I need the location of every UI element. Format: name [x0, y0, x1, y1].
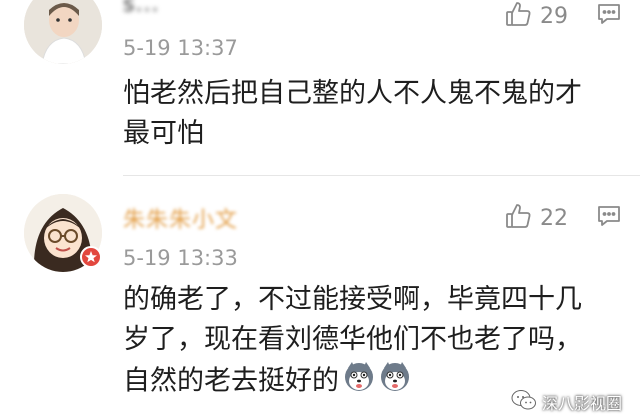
comment-text: 的确老了，不过能接受啊，毕竟四十几岁了，现在看刘德华他们不也老了吗，自然的老去挺…: [123, 280, 603, 404]
watermark: 深八影视圈: [511, 389, 622, 415]
like-button[interactable]: 29: [504, 0, 574, 32]
username[interactable]: s...: [123, 0, 159, 17]
reply-button[interactable]: [596, 1, 622, 31]
avatar[interactable]: [24, 0, 102, 64]
thumbs-up-icon: [504, 202, 532, 234]
comment-item: s... 5-19 13:37 怕老然后把自己整的人不人鬼不鬼的才最可怕 29: [0, 0, 640, 175]
like-count: 22: [540, 205, 568, 231]
watermark-text: 深八影视圈: [541, 394, 622, 413]
comment-actions: 22: [504, 202, 622, 234]
comment-text: 怕老然后把自己整的人不人鬼不鬼的才最可怕: [123, 78, 582, 149]
comment-item: 朱朱朱小文 5-19 13:33 的确老了，不过能接受啊，毕竟四十几岁了，现在看…: [0, 176, 640, 419]
comment-actions: 29: [504, 0, 622, 32]
comment-icon: [596, 206, 622, 233]
comment-icon: [596, 4, 622, 31]
husky-emoji-icon: [343, 360, 375, 404]
thumbs-up-icon: [504, 0, 532, 32]
husky-emoji-icon: [379, 360, 411, 404]
like-button[interactable]: 22: [504, 202, 574, 234]
like-count: 29: [540, 3, 568, 29]
reply-button[interactable]: [596, 203, 622, 233]
verified-badge-icon: [80, 246, 102, 272]
wechat-logo-icon: [511, 389, 537, 415]
timestamp: 5-19 13:37: [123, 36, 238, 60]
username[interactable]: 朱朱朱小文: [123, 202, 238, 234]
timestamp: 5-19 13:33: [123, 246, 238, 270]
